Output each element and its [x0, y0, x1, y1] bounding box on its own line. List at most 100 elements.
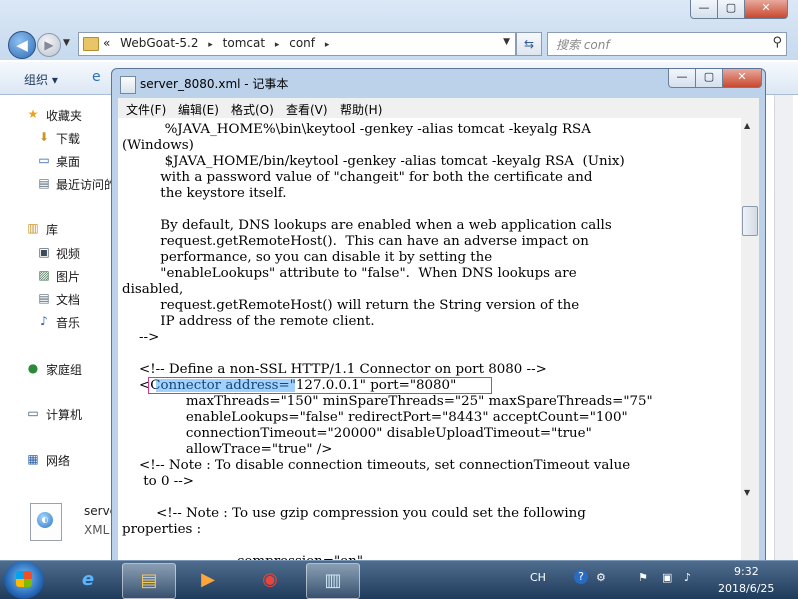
breadcrumb-item-conf[interactable]: conf — [289, 36, 315, 50]
notepad-scrollbar[interactable]: ▲ ▼ — [741, 118, 759, 569]
help-icon[interactable]: ? — [574, 570, 588, 584]
sidebar-item-downloads[interactable]: ⬇ 下载 — [0, 128, 112, 148]
file-type: XML — [84, 523, 110, 537]
computer-icon: ▭ — [27, 406, 39, 420]
menu-format[interactable]: 格式(O) — [231, 101, 274, 118]
sidebar-item-label: 桌面 — [56, 155, 81, 169]
star-icon: ★ — [27, 107, 39, 121]
taskbar-explorer-button[interactable]: ▤ — [122, 563, 176, 599]
explorer-maximize-button[interactable]: ▢ — [717, 0, 745, 19]
sidebar-item-label: 家庭组 — [46, 363, 83, 377]
recent-pages-dropdown[interactable]: ▼ — [63, 38, 70, 48]
volume-icon[interactable]: ♪ — [684, 571, 691, 584]
ie-icon[interactable]: e — [92, 69, 101, 85]
back-button[interactable]: ◀ — [8, 31, 36, 59]
network-icon: ▦ — [27, 452, 39, 466]
scroll-down-icon[interactable]: ▼ — [744, 488, 750, 497]
explorer-close-button[interactable]: ✕ — [744, 0, 788, 19]
arrow-right-icon: ▶ — [44, 38, 54, 52]
sidebar-item-libraries[interactable]: ▥ 库 — [0, 219, 112, 239]
ie-icon: e — [81, 569, 95, 590]
tray-settings-icon[interactable]: ⚙ — [596, 571, 606, 584]
breadcrumb-overflow[interactable]: « — [103, 36, 110, 50]
breadcrumb-item-tomcat[interactable]: tomcat — [223, 36, 265, 50]
menu-view[interactable]: 查看(V) — [286, 101, 328, 118]
menu-edit[interactable]: 编辑(E) — [178, 101, 219, 118]
folder-icon — [83, 37, 99, 51]
folder-icon: ▤ — [140, 570, 158, 591]
language-indicator[interactable]: CH — [530, 571, 546, 584]
sidebar-item-pictures[interactable]: ▨ 图片 — [0, 266, 112, 286]
sidebar-item-documents[interactable]: ▤ 文档 — [0, 289, 112, 309]
recent-places-icon: ▤ — [38, 176, 50, 190]
flag-icon[interactable]: ⚑ — [638, 571, 648, 584]
notepad-maximize-button[interactable]: ▢ — [695, 69, 723, 88]
details-pane: ◐ serve XML — [0, 495, 117, 560]
explorer-scrollbar[interactable] — [774, 95, 793, 560]
sidebar-item-computer[interactable]: ▭ 计算机 — [0, 404, 112, 424]
sidebar-item-label: 最近访问的 — [56, 178, 117, 192]
library-icon: ▥ — [27, 221, 39, 235]
sidebar-item-label: 网络 — [46, 454, 71, 468]
clock-time[interactable]: 9:32 — [734, 565, 759, 578]
sidebar-item-homegroup[interactable]: ● 家庭组 — [0, 359, 112, 379]
chevron-right-icon[interactable]: ▸ — [325, 40, 330, 50]
sidebar-item-desktop[interactable]: ▭ 桌面 — [0, 151, 112, 171]
xml-file-icon[interactable]: ◐ — [30, 503, 62, 541]
chevron-right-icon[interactable]: ▸ — [208, 40, 213, 50]
scroll-up-icon[interactable]: ▲ — [744, 121, 750, 130]
sidebar-item-network[interactable]: ▦ 网络 — [0, 450, 112, 470]
notepad-icon[interactable] — [120, 76, 136, 94]
scroll-thumb[interactable] — [742, 206, 758, 236]
menu-file[interactable]: 文件(F) — [126, 101, 166, 118]
sidebar-item-recent[interactable]: ▤ 最近访问的 — [0, 174, 116, 194]
sidebar-item-label: 收藏夹 — [46, 109, 83, 123]
picture-icon: ▨ — [38, 268, 50, 282]
notepad-window: server_8080.xml - 记事本 — ▢ ✕ 文件(F) 编辑(E) … — [111, 68, 766, 570]
notepad-close-button[interactable]: ✕ — [722, 69, 762, 88]
search-input[interactable]: 搜索 conf ⚲ — [547, 32, 787, 56]
sidebar-item-label: 库 — [46, 223, 59, 237]
media-player-icon: ▶ — [201, 569, 215, 590]
download-icon: ⬇ — [38, 130, 50, 144]
menu-help[interactable]: 帮助(H) — [340, 101, 382, 118]
music-icon: ♪ — [40, 314, 48, 328]
notepad-icon: ▥ — [324, 570, 342, 591]
text-editor[interactable]: %JAVA_HOME%\bin\keytool -genkey -alias t… — [118, 118, 741, 569]
sidebar-item-label: 图片 — [56, 270, 81, 284]
notepad-minimize-button[interactable]: — — [668, 69, 696, 88]
search-placeholder: 搜索 conf — [556, 38, 610, 52]
text-selection — [156, 379, 295, 392]
breadcrumb-item-webgoat[interactable]: WebGoat-5.2 — [120, 36, 198, 50]
breadcrumb: « WebGoat-5.2 ▸ tomcat ▸ conf ▸ — [103, 36, 335, 50]
taskbar-chrome-button[interactable]: ◉ — [244, 563, 296, 597]
chevron-down-icon[interactable]: ▼ — [503, 37, 510, 47]
start-button[interactable] — [4, 561, 44, 599]
organize-button[interactable]: 组织 ▾ — [24, 71, 58, 88]
chevron-right-icon[interactable]: ▸ — [275, 40, 280, 50]
globe-icon: ◐ — [37, 512, 53, 528]
arrow-left-icon: ◀ — [16, 36, 28, 54]
taskbar-ie-button[interactable]: e — [62, 563, 114, 597]
notepad-title: server_8080.xml - 记事本 — [140, 77, 289, 91]
sidebar-item-label: 音乐 — [56, 316, 81, 330]
sidebar-item-music[interactable]: ♪ 音乐 — [0, 312, 112, 332]
network-tray-icon[interactable]: ▣ — [662, 571, 672, 584]
sidebar-item-label: 视频 — [56, 247, 81, 261]
sidebar-item-videos[interactable]: ▣ 视频 — [0, 243, 112, 263]
refresh-button[interactable]: ⇆ — [516, 32, 542, 56]
video-icon: ▣ — [38, 245, 50, 259]
taskbar-notepad-button[interactable]: ▥ — [306, 563, 360, 599]
homegroup-icon: ● — [27, 361, 39, 375]
search-icon[interactable]: ⚲ — [772, 35, 782, 50]
address-bar[interactable]: « WebGoat-5.2 ▸ tomcat ▸ conf ▸ ▼ — [78, 32, 516, 56]
desktop-icon: ▭ — [38, 153, 50, 167]
refresh-icon: ⇆ — [523, 37, 535, 51]
taskbar-media-button[interactable]: ▶ — [182, 563, 234, 597]
clock-date[interactable]: 2018/6/25 — [718, 582, 774, 595]
forward-button[interactable]: ▶ — [37, 33, 61, 57]
sidebar-item-favorites[interactable]: ★ 收藏夹 — [0, 105, 112, 125]
explorer-minimize-button[interactable]: — — [690, 0, 718, 19]
sidebar-item-label: 计算机 — [46, 408, 83, 422]
editor-content[interactable]: %JAVA_HOME%\bin\keytool -genkey -alias t… — [122, 122, 653, 569]
